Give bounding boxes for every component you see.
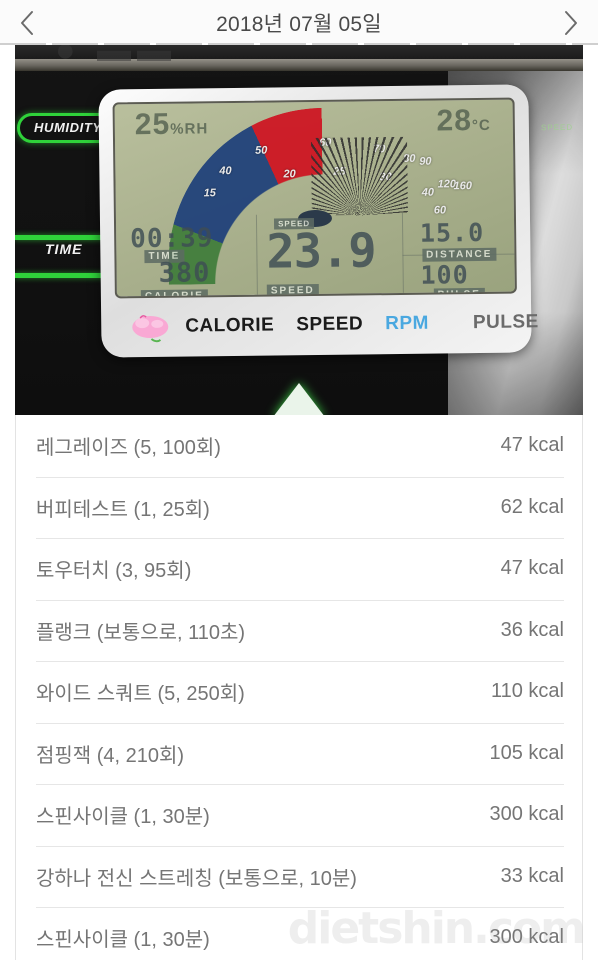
exercise-name: 스핀사이클 (1, 30분) xyxy=(36,806,210,829)
lcd-screen: 15 40 50 20 60 25 70 30 80 90 40 120 160… xyxy=(112,97,517,299)
lcd-humidity-value: 25 xyxy=(134,107,171,142)
lcd-pulse-label: PULSE xyxy=(433,287,485,299)
lcd-pulse-value: 100 xyxy=(420,260,469,290)
table-row[interactable]: 점핑잭 (4, 210회) 105 kcal xyxy=(0,722,598,785)
machine-side-text: SPEED xyxy=(540,122,574,133)
table-row[interactable]: 토우터치 (3, 95회) 47 kcal xyxy=(0,538,598,600)
exercise-kcal: 47 kcal xyxy=(500,557,564,580)
exercise-name: 버피테스트 (1, 25회) xyxy=(36,498,210,521)
legend-rpm-label: RPM xyxy=(385,312,430,335)
legend-pulse-label: PULSE xyxy=(472,311,539,334)
page-title: 2018년 07월 05일 xyxy=(216,12,382,36)
lcd-humidity-unit: %RH xyxy=(170,120,209,138)
exercise-name: 점핑잭 (4, 210회) xyxy=(36,744,185,767)
table-row[interactable]: 스핀사이클 (1, 30분) 300 kcal xyxy=(0,907,598,960)
exercise-kcal: 300 kcal xyxy=(489,803,565,826)
flower-sticker-icon xyxy=(132,315,169,343)
app-root: 2018년 07월 05일 ● ▬▬ SPEED HUMIDITY TIME 1… xyxy=(0,0,598,960)
exercise-kcal: 300 kcal xyxy=(489,926,565,949)
lcd-distance-value: 15.0 xyxy=(419,217,485,248)
time-panel-label: TIME xyxy=(45,241,83,257)
exercise-kcal: 62 kcal xyxy=(500,495,564,518)
table-row[interactable]: 와이드 스쿼트 (5, 250회) 110 kcal xyxy=(0,661,598,723)
exercise-kcal: 110 kcal xyxy=(490,680,564,703)
console-legend-row: CALORIE SPEED RPM PULSE xyxy=(119,303,539,348)
exercise-name: 강하나 전신 스트레칭 (보통으로, 10분) xyxy=(36,867,357,890)
exercise-list: 레그레이즈 (5, 100회) 47 kcal 버피테스트 (1, 25회) 6… xyxy=(0,415,598,960)
table-row[interactable]: 스핀사이클 (1, 30분) 300 kcal xyxy=(0,784,598,846)
lcd-divider-left xyxy=(255,214,258,295)
lcd-calorie-value: 380 xyxy=(158,257,211,289)
exercise-name: 플랭크 (보통으로, 110초) xyxy=(36,621,246,644)
next-day-button[interactable] xyxy=(544,0,598,45)
exercise-name: 스핀사이클 (1, 30분) xyxy=(36,929,210,952)
previous-day-button[interactable] xyxy=(0,0,54,45)
table-row[interactable]: 레그레이즈 (5, 100회) 47 kcal xyxy=(0,415,598,477)
lcd-temperature-reading: 28°C xyxy=(436,104,491,139)
table-row[interactable]: 강하나 전신 스트레칭 (보통으로, 10분) 33 kcal xyxy=(0,845,598,908)
exercise-machine-photo[interactable]: ● ▬▬ SPEED HUMIDITY TIME 15 40 50 20 60 … xyxy=(15,45,583,415)
lcd-readout-row: 00:39 TIME 380 CALORIE SPEED 23.9 SPEED … xyxy=(116,212,515,299)
exercise-kcal: 33 kcal xyxy=(500,864,564,887)
lcd-humidity-reading: 25%RH xyxy=(135,107,209,142)
machine-brand-logo: ● ▬▬ xyxy=(55,45,177,69)
exercise-name: 와이드 스쿼트 (5, 250회) xyxy=(36,683,245,706)
lcd-temperature-value: 28 xyxy=(436,104,473,138)
lcd-calorie-label: CALORIE xyxy=(140,289,208,299)
table-row[interactable]: 플랭크 (보통으로, 110초) 36 kcal xyxy=(0,599,598,662)
lcd-divider-right xyxy=(401,212,404,293)
lcd-speed-value: 23.9 xyxy=(266,223,376,280)
exercise-name: 토우터치 (3, 95회) xyxy=(36,560,192,583)
exercise-name: 레그레이즈 (5, 100회) xyxy=(36,437,221,460)
lcd-temperature-unit: °C xyxy=(471,116,491,135)
date-navigation-header: 2018년 07월 05일 xyxy=(0,0,598,45)
dial-needle-fan xyxy=(310,136,408,217)
chevron-right-icon xyxy=(565,10,577,35)
table-row[interactable]: 버피테스트 (1, 25회) 62 kcal xyxy=(0,476,598,539)
lcd-speed-label: SPEED xyxy=(266,283,319,298)
exercise-kcal: 47 kcal xyxy=(500,434,564,457)
legend-speed-label: SPEED xyxy=(296,313,364,336)
exercise-kcal: 105 kcal xyxy=(489,741,565,764)
chevron-left-icon xyxy=(21,10,33,35)
legend-calorie-label: CALORIE xyxy=(185,314,275,337)
chevron-up-indicator-icon xyxy=(273,383,325,415)
console-bezel: 15 40 50 20 60 25 70 30 80 90 40 120 160… xyxy=(98,84,539,358)
exercise-kcal: 36 kcal xyxy=(500,618,564,641)
